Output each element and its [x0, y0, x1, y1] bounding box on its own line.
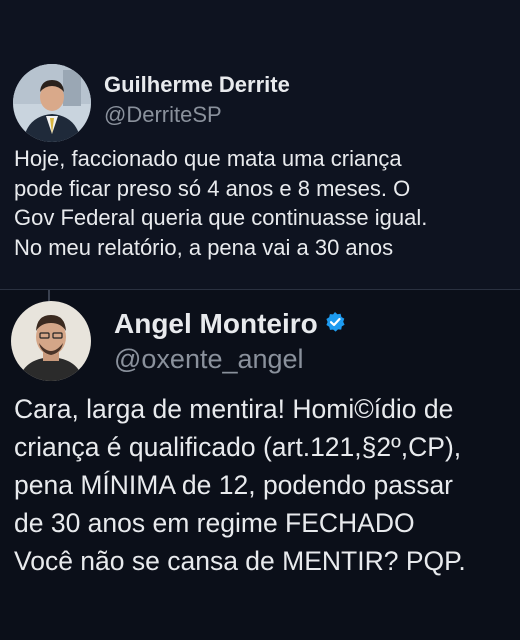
verified-badge-icon: [324, 308, 346, 340]
tweet-text-line: pode ficar preso só 4 anos e 8 meses. O: [14, 175, 411, 201]
tweet-text-line: Gov Federal queria que continuasse igual…: [14, 205, 428, 230]
tweet-text-line: No meu relatório, a pena vai a 30 anos: [14, 234, 394, 260]
avatar-angel[interactable]: [11, 301, 91, 381]
display-name[interactable]: Guilherme Derrite: [104, 72, 290, 98]
user-handle[interactable]: @DerriteSP: [104, 102, 222, 128]
tweet-text-line: de 30 anos em regime FECHADO: [14, 508, 415, 538]
tweet-text-line: Hoje, faccionado que mata uma criança: [14, 146, 402, 171]
tweet-body: Cara, larga de mentira! Homi©ídio de cri…: [14, 390, 466, 580]
tweet-card-guilherme: Guilherme Derrite @DerriteSP Hoje, facci…: [0, 0, 520, 290]
user-handle[interactable]: @oxente_angel: [114, 344, 304, 375]
display-name[interactable]: Angel Monteiro: [114, 308, 346, 342]
avatar-guilherme[interactable]: [13, 64, 91, 142]
tweet-body: Hoje, faccionado que mata uma criança po…: [14, 144, 427, 262]
tweet-card-angel: Angel Monteiro @oxente_angel Cara, larga…: [0, 290, 520, 640]
tweet-text-line: Cara, larga de mentira! Homi©ídio de: [14, 394, 454, 424]
tweet-text-line: criança é qualificado (art.121,§2º,CP),: [14, 432, 462, 462]
display-name-text: Angel Monteiro: [114, 308, 318, 339]
tweet-text-line: pena MÍNIMA de 12, podendo passar: [14, 470, 454, 500]
tweet-text-line: Você não se cansa de MENTIR? PQP.: [14, 546, 466, 576]
